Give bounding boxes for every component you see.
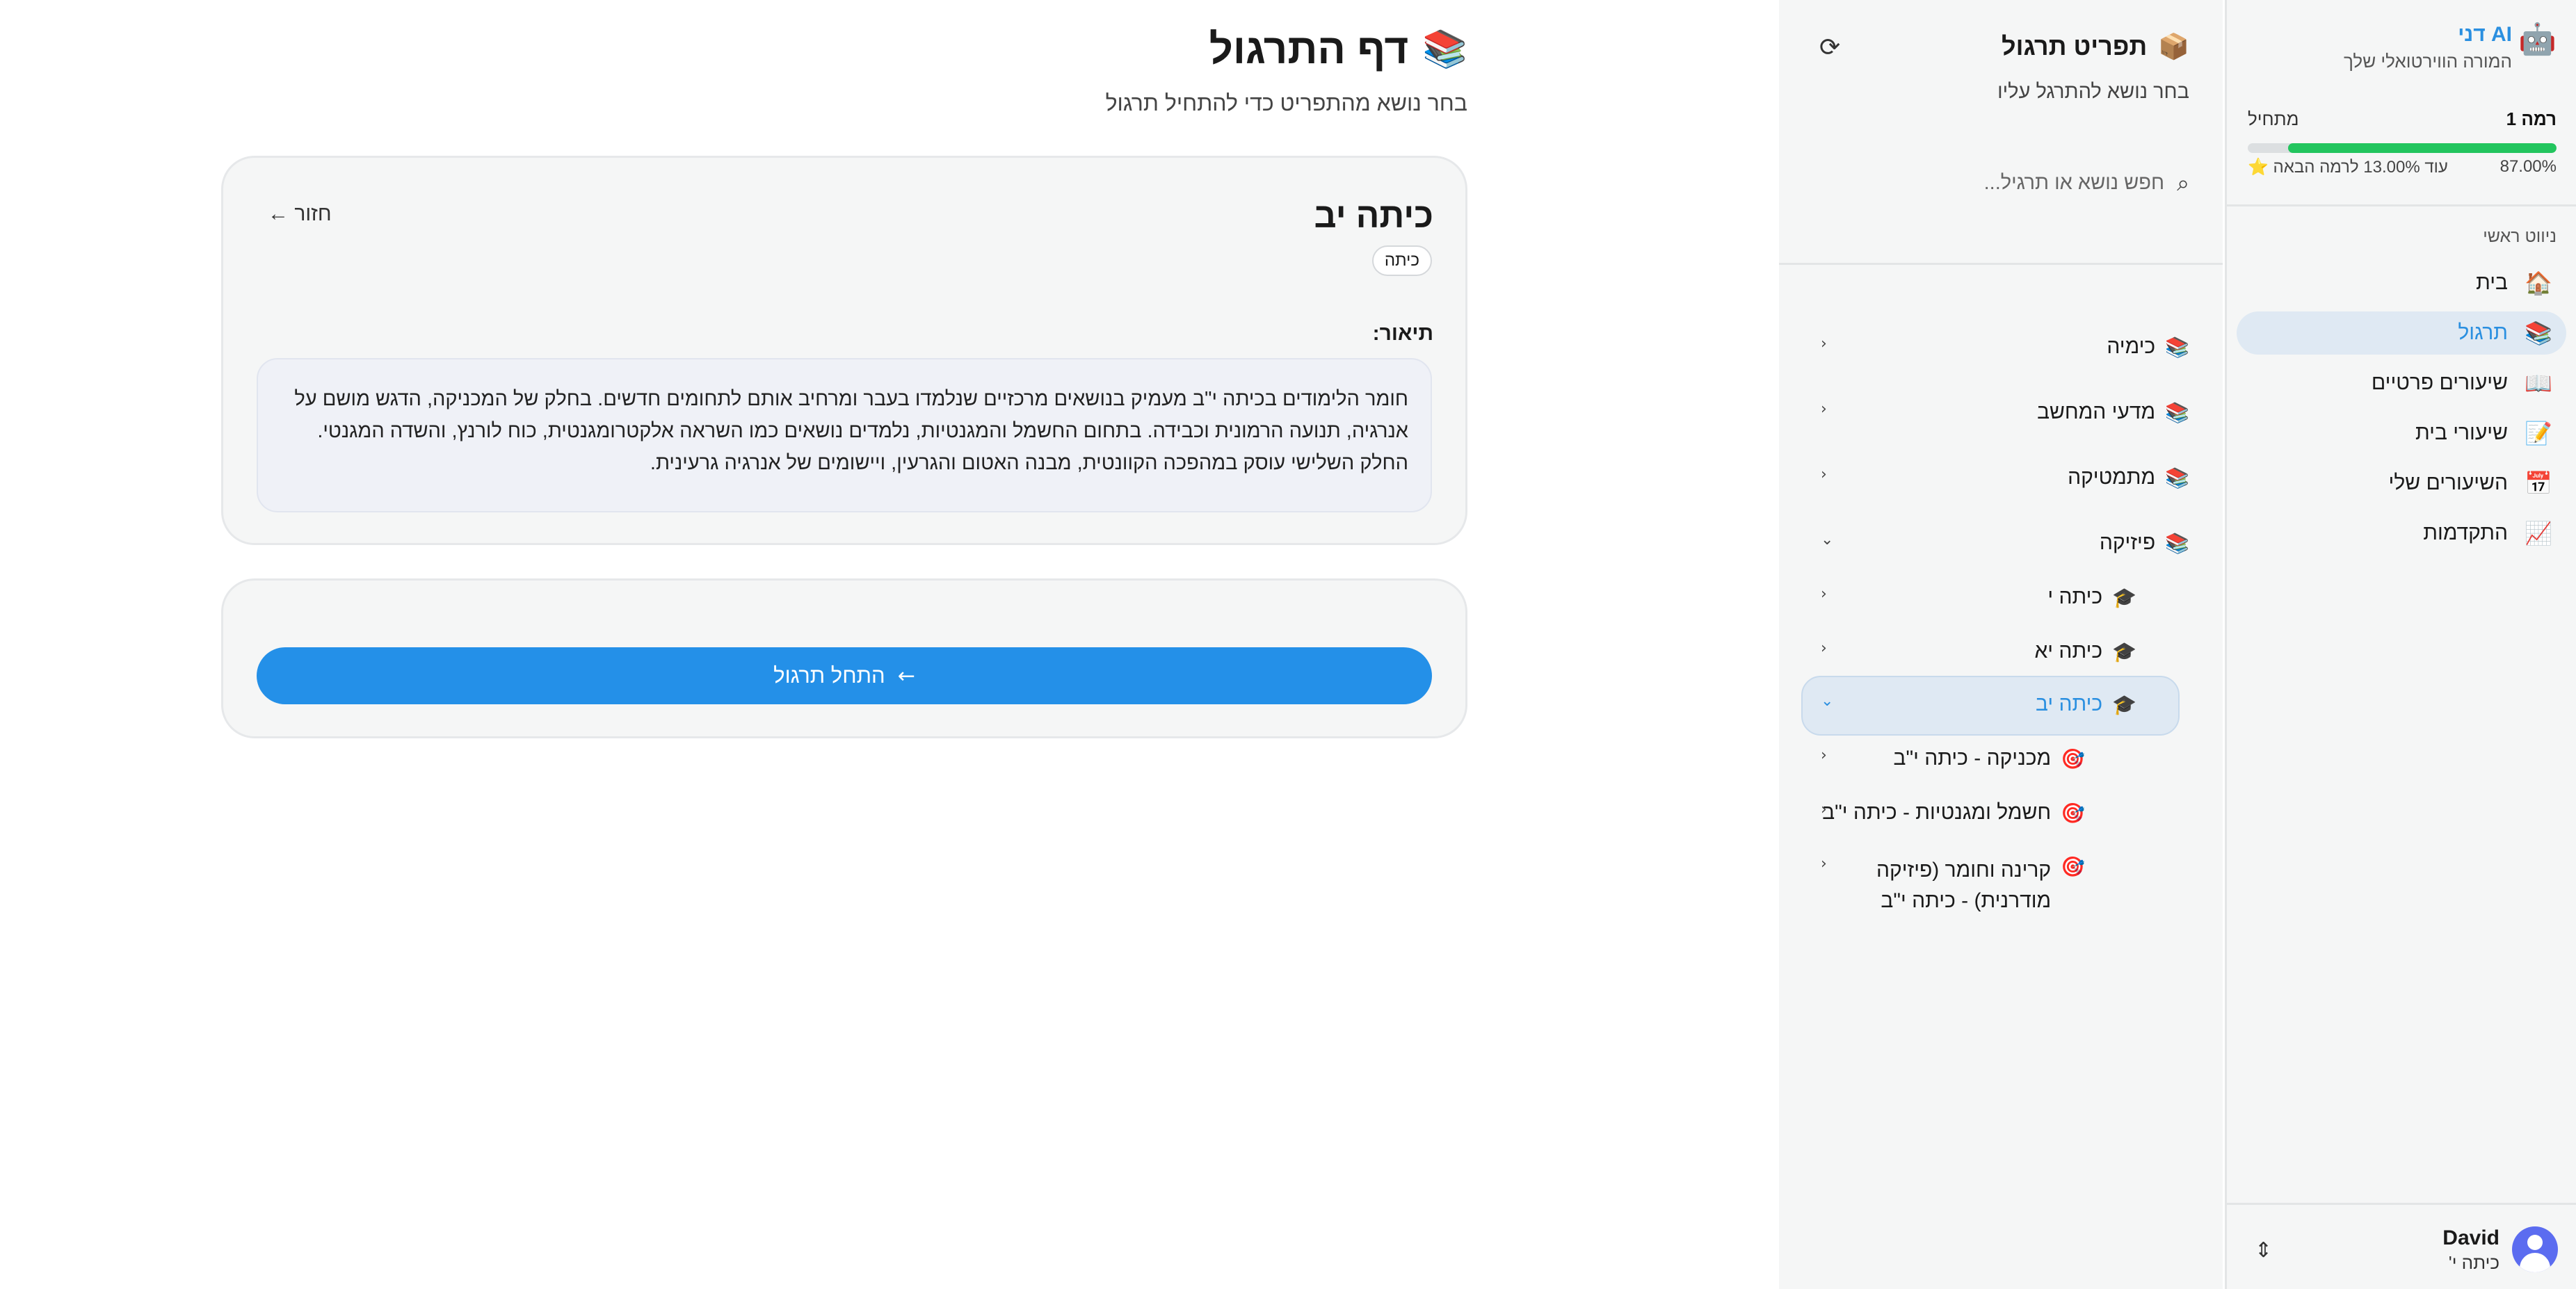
page-subtitle: בחר נושא מהתפריט כדי להתחיל תרגול xyxy=(1105,90,1467,115)
topic-tag: כיתה xyxy=(1371,245,1432,276)
next-level-text: עוד 13.00% לרמה הבאה ⭐ xyxy=(2248,158,2448,177)
search-box: ⌕ xyxy=(1807,165,2189,200)
house-icon: 🏠 xyxy=(2525,270,2552,296)
divider xyxy=(2227,204,2576,206)
user-menu[interactable]: David כיתה י' ⇕ xyxy=(2227,1204,2576,1289)
open-book-icon: 📖 xyxy=(2525,370,2552,396)
chevron-left-icon[interactable]: ‹ xyxy=(1821,640,1827,657)
level-row: רמה 1 מתחיל xyxy=(2248,108,2557,130)
brand-subtitle: המורה הווירטואלי שלך xyxy=(2344,51,2512,72)
memo-icon: 📝 xyxy=(2525,420,2552,446)
tree-item-grade-11[interactable]: 🎓 כיתה יא xyxy=(2034,640,2136,663)
start-practice-button[interactable]: ← התחל תרגול xyxy=(257,647,1432,704)
start-card: ← התחל תרגול xyxy=(221,578,1467,738)
tree-item-math[interactable]: 📚 מתמטיקה xyxy=(2068,466,2189,489)
tree-item-mechanics[interactable]: 🎯 מכניקה - כיתה י"ב xyxy=(1894,747,2085,770)
chevron-left-icon[interactable]: ‹ xyxy=(1821,747,1827,764)
tree-item-computer-science[interactable]: 📚 מדעי המחשב xyxy=(2037,400,2189,424)
books-icon: 📚 xyxy=(2165,531,2189,555)
tree-item-electromagnetism[interactable]: 🎯 חשמל ומגנטיות - כיתה י"ב xyxy=(1822,801,2085,825)
rank-label: מתחיל xyxy=(2248,108,2299,129)
chevron-left-icon[interactable]: ‹ xyxy=(1821,585,1827,603)
user-class: כיתה י' xyxy=(2448,1252,2499,1273)
divider xyxy=(1779,263,2223,265)
avatar xyxy=(2512,1226,2558,1272)
chevron-left-icon[interactable]: ‹ xyxy=(1821,855,1827,873)
search-icon: ⌕ xyxy=(2177,169,2189,196)
chevron-left-icon[interactable]: ‹ xyxy=(1821,466,1827,483)
graduation-cap-icon: 🎓 xyxy=(2112,692,2136,716)
app-sidebar: 🤖 AI דני המורה הווירטואלי שלך רמה 1 מתחי… xyxy=(2225,0,2576,1289)
progress-percent: 87.00% xyxy=(2499,157,2557,176)
user-name: David xyxy=(2442,1226,2499,1249)
target-icon: 🎯 xyxy=(2061,855,2085,878)
graduation-cap-icon: 🎓 xyxy=(2112,640,2136,663)
nav-item-my-lessons[interactable]: 📅 השיעורים שלי xyxy=(2237,462,2566,505)
nav-item-homework[interactable]: 📝 שיעורי בית xyxy=(2237,412,2566,455)
description-text: חומר הלימודים בכיתה י"ב מעמיק בנושאים מר… xyxy=(257,358,1432,512)
books-icon: 📚 xyxy=(2525,320,2552,346)
brand-title: AI דני xyxy=(2458,23,2512,46)
nav-item-progress[interactable]: 📈 התקדמות xyxy=(2237,512,2566,555)
books-icon: 📚 xyxy=(2165,335,2189,359)
tree-item-grade-12[interactable]: 🎓 כיתה יב xyxy=(2036,692,2136,716)
page-title: 📚 דף התרגול xyxy=(1209,26,1467,72)
arrow-left-icon: ← xyxy=(897,663,915,688)
chart-up-icon: 📈 xyxy=(2525,520,2552,546)
main-nav: 🏠 בית 📚 תרגול 📖 שיעורים פרטיים 📝 שיעורי … xyxy=(2237,261,2566,562)
chevron-left-icon[interactable]: ‹ xyxy=(1821,801,1827,818)
books-icon: 📚 xyxy=(2165,400,2189,424)
description-label: תיאור: xyxy=(1372,322,1433,345)
nav-item-private-lessons[interactable]: 📖 שיעורים פרטיים xyxy=(2237,362,2566,405)
robot-icon: 🤖 xyxy=(2518,22,2557,57)
nav-item-label: השיעורים שלי xyxy=(2388,471,2508,494)
nav-item-home[interactable]: 🏠 בית xyxy=(2237,261,2566,305)
target-icon: 🎯 xyxy=(2061,747,2085,770)
chevron-down-icon[interactable]: ⌄ xyxy=(1821,692,1833,710)
progress-info: 87.00% עוד 13.00% לרמה הבאה ⭐ xyxy=(2248,157,2557,177)
chevron-left-icon[interactable]: ‹ xyxy=(1821,335,1827,352)
brand: 🤖 AI דני המורה הווירטואלי שלך xyxy=(2344,21,2557,74)
graduation-cap-icon: 🎓 xyxy=(2112,585,2136,609)
package-icon: 📦 xyxy=(2158,33,2189,61)
books-icon: 📚 xyxy=(2165,466,2189,489)
nav-item-label: בית xyxy=(2476,271,2508,294)
menu-subtitle: בחר נושא להתרגל עליו xyxy=(1997,81,2189,103)
nav-item-label: תרגול xyxy=(2458,321,2508,344)
practice-menu: 📦 תפריט תרגול בחר נושא להתרגל עליו ⟳ ⌕ 📚… xyxy=(1779,0,2223,1289)
back-button[interactable]: חזור ← xyxy=(268,202,332,226)
search-input[interactable] xyxy=(1886,171,2165,195)
tree-item-physics[interactable]: 📚 פיזיקה xyxy=(2100,531,2189,555)
nav-item-label: התקדמות xyxy=(2423,521,2508,544)
refresh-icon[interactable]: ⟳ xyxy=(1819,33,1840,62)
target-icon: 🎯 xyxy=(2061,801,2085,825)
nav-item-practice[interactable]: 📚 תרגול xyxy=(2237,311,2566,355)
tree-item-grade-10[interactable]: 🎓 כיתה י xyxy=(2047,585,2136,609)
chevron-up-down-icon[interactable]: ⇕ xyxy=(2255,1238,2272,1263)
calendar-icon: 📅 xyxy=(2525,470,2552,496)
books-icon: 📚 xyxy=(1422,29,1467,70)
topic-card: כיתה יב חזור ← כיתה תיאור: חומר הלימודים… xyxy=(221,156,1467,545)
level-progress-fill xyxy=(2287,143,2557,153)
nav-heading: ניווט ראשי xyxy=(2483,227,2557,246)
level-label: רמה 1 xyxy=(2506,108,2557,129)
tree-item-radiation-matter[interactable]: 🎯 קרינה וחומר (פיזיקה מודרנית) - כיתה י"… xyxy=(1876,855,2085,916)
menu-title: 📦 תפריט תרגול xyxy=(2002,32,2189,61)
level-progress-bar xyxy=(2248,143,2557,153)
chevron-left-icon[interactable]: ‹ xyxy=(1821,400,1827,418)
chevron-down-icon[interactable]: ⌄ xyxy=(1821,531,1833,549)
tree-item-chemistry[interactable]: 📚 כימיה xyxy=(2107,335,2189,359)
topic-title: כיתה יב xyxy=(1314,196,1433,235)
nav-item-label: שיעורים פרטיים xyxy=(2371,371,2508,394)
nav-item-label: שיעורי בית xyxy=(2415,421,2508,444)
